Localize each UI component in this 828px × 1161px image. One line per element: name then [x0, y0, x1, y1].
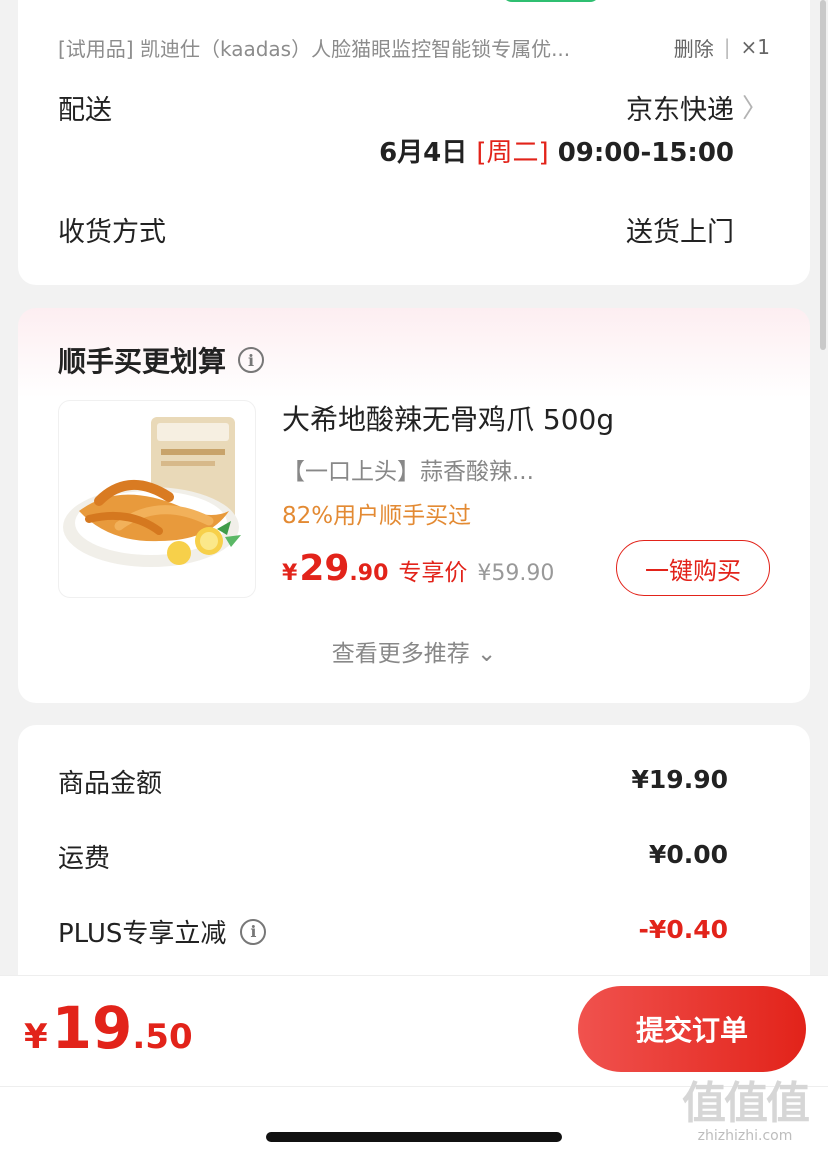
info-icon[interactable]: i: [240, 918, 267, 945]
delivery-date: 6月4日: [379, 138, 468, 168]
original-price: ¥59.90: [477, 561, 555, 586]
trial-item-quantity: ×1: [740, 35, 770, 59]
product-subtitle: 【一口上头】蒜香酸辣...: [282, 459, 534, 485]
more-recommendations-link[interactable]: 查看更多推荐 ⌄: [18, 634, 810, 668]
plus-discount-value: -¥0.40: [638, 915, 728, 944]
plus-discount-label: PLUS专享立减 i: [58, 913, 267, 950]
one-click-buy-button[interactable]: 一键购买: [616, 540, 770, 596]
trial-item-name: [试用品] 凯迪仕（kaadas）人脸猫眼监控智能锁专属优...: [58, 36, 571, 61]
delivery-label: 配送: [58, 95, 112, 126]
total-price: ¥ 19 .50: [24, 994, 193, 1062]
watermark-logo: 值值值: [682, 1078, 810, 1129]
recommend-card: 顺手买更划算 i 大希地酸辣无骨鸡爪 500g 【一口上头】蒜香酸辣... 82…: [18, 308, 810, 703]
social-proof: 82%用户顺手买过: [282, 503, 472, 529]
subtotal-value: ¥19.90: [631, 765, 728, 794]
plus-discount-text: PLUS专享立减: [58, 919, 227, 949]
subtotal-label: 商品金额: [58, 769, 163, 799]
shipping-value: ¥0.00: [648, 840, 728, 869]
price-decimal: .90: [349, 561, 389, 586]
chicken-feet-image: [63, 417, 241, 567]
home-indicator[interactable]: [266, 1132, 562, 1142]
delivery-time[interactable]: 6月4日 [周二] 09:00-15:00: [379, 132, 734, 169]
delivery-card: [试用品] 凯迪仕（kaadas）人脸猫眼监控智能锁专属优... 删除 | ×1…: [18, 0, 810, 285]
price-integer: 29: [299, 548, 350, 589]
product-price: ¥ 29 .90 专享价 ¥59.90: [282, 548, 554, 589]
price-symbol: ¥: [282, 561, 298, 586]
submit-order-button[interactable]: 提交订单: [578, 986, 806, 1072]
delivery-time-window: 09:00-15:00: [557, 138, 734, 168]
total-price-integer: 19: [51, 994, 133, 1062]
recommend-title: 顺手买更划算 i: [58, 340, 265, 380]
total-price-decimal: .50: [132, 1017, 193, 1057]
price-tag: 专享价: [398, 560, 468, 586]
scrollbar[interactable]: [820, 0, 826, 350]
checkout-bar: ¥ 19 .50 提交订单 值值值 zhizhizhi.com: [0, 975, 828, 1161]
receive-method-value[interactable]: 送货上门: [626, 210, 734, 249]
chevron-right-icon[interactable]: 〉: [742, 88, 768, 125]
separator: |: [723, 35, 731, 59]
trial-item-row: [试用品] 凯迪仕（kaadas）人脸猫眼监控智能锁专属优... 删除 | ×1: [58, 30, 770, 64]
recommend-title-text: 顺手买更划算: [58, 345, 227, 378]
info-icon[interactable]: i: [238, 347, 265, 373]
delivery-weekday: [周二]: [476, 138, 549, 168]
delivery-carrier[interactable]: 京东快递: [626, 88, 734, 127]
watermark: 值值值 zhizhizhi.com: [670, 1080, 820, 1150]
status-tab: [502, 0, 600, 2]
shipping-label: 运费: [58, 844, 111, 874]
watermark-url: zhizhizhi.com: [697, 1128, 793, 1144]
delete-button[interactable]: 删除: [674, 33, 714, 62]
total-price-symbol: ¥: [24, 1017, 48, 1057]
receive-method-label: 收货方式: [58, 217, 166, 248]
product-image[interactable]: [58, 400, 256, 598]
product-name[interactable]: 大希地酸辣无骨鸡爪 500g: [282, 398, 614, 438]
